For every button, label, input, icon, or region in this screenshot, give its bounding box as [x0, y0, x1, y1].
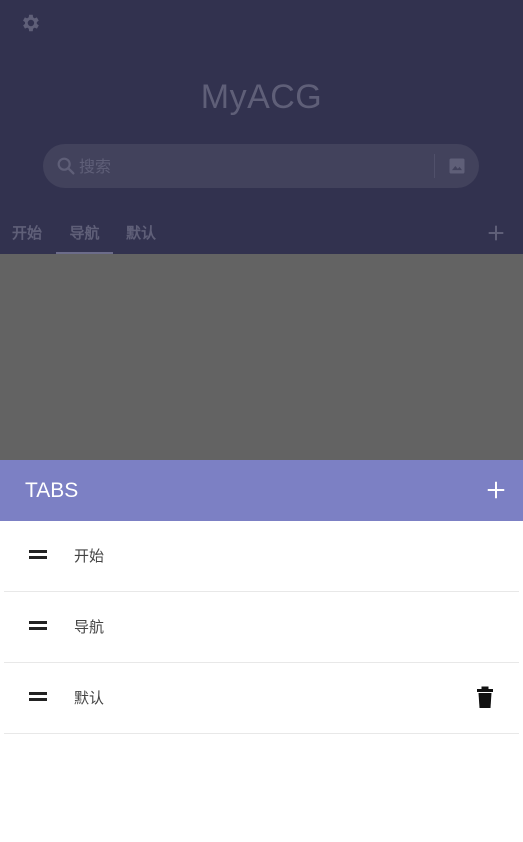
plus-icon[interactable] — [485, 222, 507, 244]
tabs-sheet: TABS 开始 导航 默认 — [0, 460, 523, 842]
settings-button[interactable] — [18, 11, 42, 35]
drag-handle-icon[interactable] — [29, 621, 47, 633]
list-item[interactable]: 导航 — [4, 592, 519, 663]
list-item[interactable]: 默认 — [4, 663, 519, 734]
search-bar — [43, 144, 479, 188]
image-icon — [449, 158, 465, 174]
trash-icon[interactable] — [477, 686, 493, 708]
search-icon — [57, 157, 75, 175]
image-search-button[interactable] — [445, 154, 469, 178]
sheet-title: TABS — [25, 479, 79, 502]
list-item-label: 开始 — [74, 547, 105, 565]
list-item[interactable]: 开始 — [4, 521, 519, 592]
list-item-label: 默认 — [74, 689, 105, 707]
add-tab-button[interactable] — [485, 479, 507, 501]
tab-list: 开始 导航 默认 — [0, 521, 523, 734]
tab-strip: 开始 导航 默认 — [0, 214, 523, 254]
drag-handle-icon[interactable] — [29, 692, 47, 704]
search-input[interactable] — [79, 144, 419, 188]
app-title: MyACG — [200, 78, 323, 116]
gear-icon — [23, 14, 39, 32]
sheet-header: TABS — [0, 460, 523, 521]
list-item-label: 导航 — [74, 618, 105, 636]
drag-handle-icon[interactable] — [29, 550, 47, 562]
search-divider — [434, 154, 435, 178]
tab-start[interactable]: 开始 — [6, 214, 48, 254]
tab-navigation[interactable]: 导航 — [56, 214, 113, 254]
content-area — [0, 254, 523, 460]
app-header: MyACG 开始 导航 默认 — [0, 0, 523, 254]
tab-default[interactable]: 默认 — [120, 214, 162, 254]
